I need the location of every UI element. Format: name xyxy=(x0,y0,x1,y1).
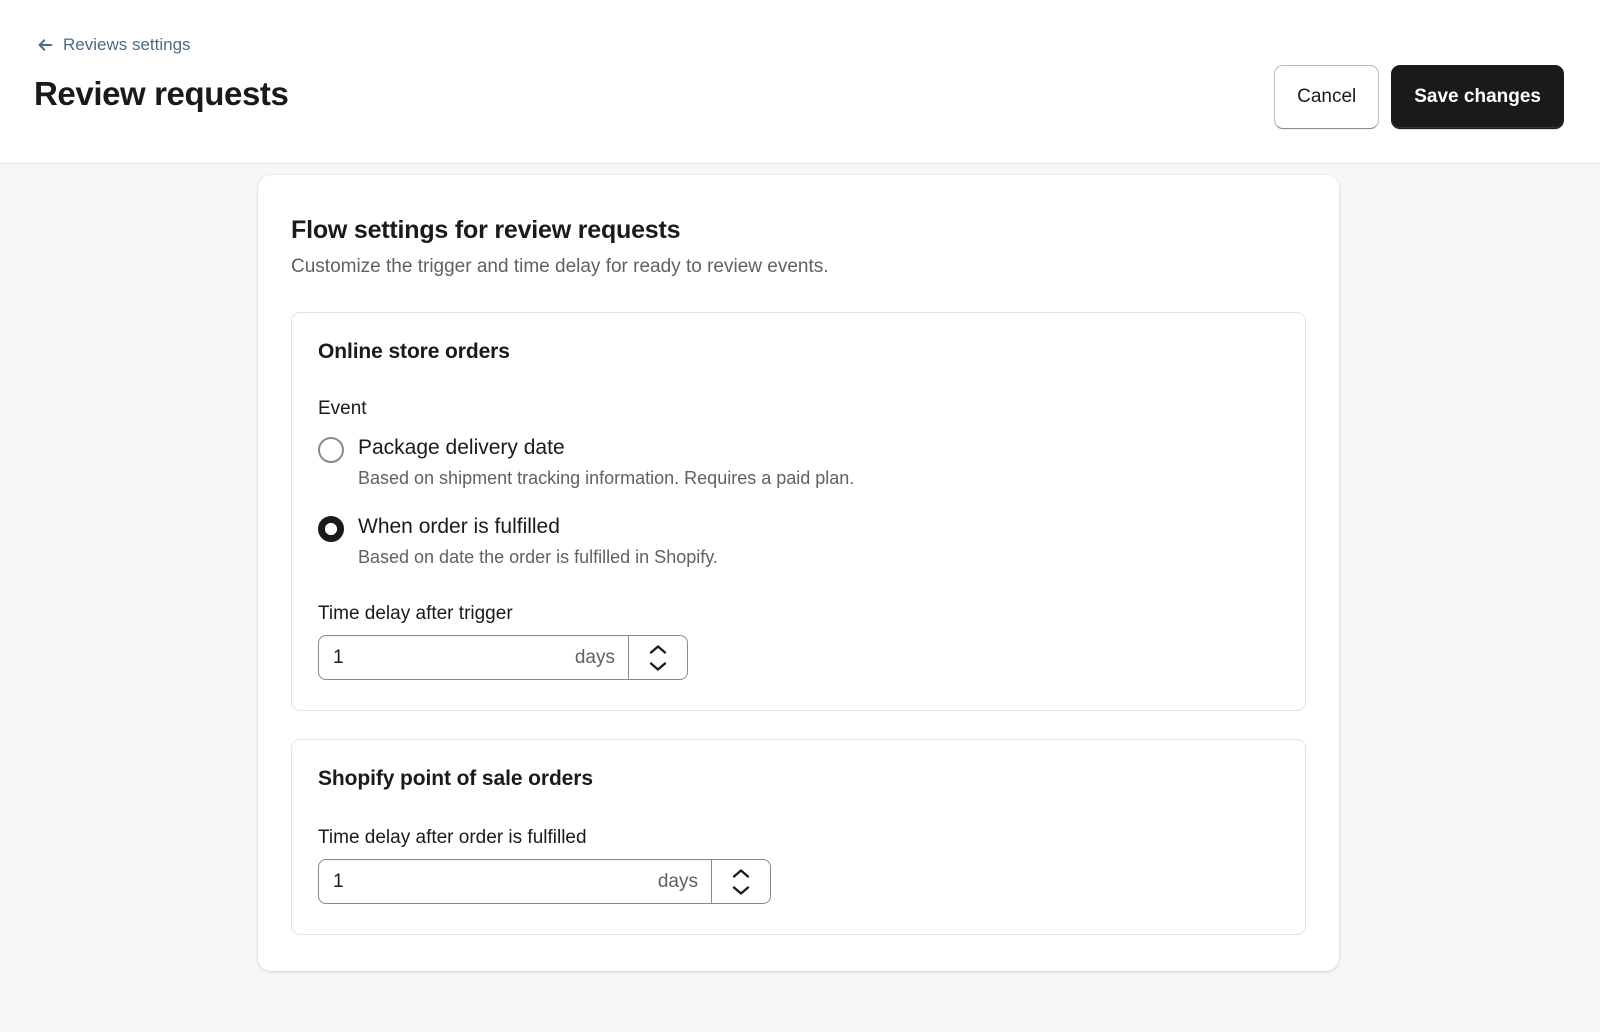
cancel-button[interactable]: Cancel xyxy=(1274,65,1379,129)
radio-option-package-delivery-date[interactable]: Package delivery date Based on shipment … xyxy=(318,434,1279,490)
arrow-left-icon xyxy=(36,36,54,54)
event-label: Event xyxy=(318,396,1279,422)
radio-option-when-order-is-fulfilled[interactable]: When order is fulfilled Based on date th… xyxy=(318,513,1279,569)
flow-settings-card: Flow settings for review requests Custom… xyxy=(258,175,1339,971)
card-title: Flow settings for review requests xyxy=(291,214,1306,246)
section-title: Online store orders xyxy=(318,338,1279,366)
time-delay-after-order-fulfilled-label: Time delay after order is fulfilled xyxy=(318,825,1279,851)
section-shopify-point-of-sale-orders: Shopify point of sale orders Time delay … xyxy=(291,739,1306,935)
radio-unchecked-icon[interactable] xyxy=(318,437,344,463)
back-to-reviews-settings-link[interactable]: Reviews settings xyxy=(36,33,191,57)
time-delay-unit-suffix: days xyxy=(650,870,698,894)
time-delay-unit-suffix: days xyxy=(567,646,615,670)
event-radio-group: Package delivery date Based on shipment … xyxy=(318,434,1279,569)
page-header: Reviews settings Review requests Cancel … xyxy=(0,0,1600,164)
radio-option-help: Based on date the order is fulfilled in … xyxy=(358,545,718,569)
time-delay-after-trigger-field: days xyxy=(318,635,688,680)
card-subtitle: Customize the trigger and time delay for… xyxy=(291,254,1306,280)
back-link-label: Reviews settings xyxy=(63,33,191,57)
radio-option-label: Package delivery date xyxy=(358,436,565,459)
time-delay-after-order-fulfilled-input-box[interactable]: days xyxy=(318,859,711,904)
time-delay-after-order-fulfilled-stepper[interactable] xyxy=(711,859,771,904)
chevron-up-icon[interactable] xyxy=(647,642,669,657)
chevron-up-icon[interactable] xyxy=(730,866,752,881)
radio-checked-icon[interactable] xyxy=(318,516,344,542)
chevron-down-icon[interactable] xyxy=(730,883,752,898)
section-title: Shopify point of sale orders xyxy=(318,765,1279,793)
page-body: Flow settings for review requests Custom… xyxy=(0,164,1600,1032)
radio-option-label: When order is fulfilled xyxy=(358,515,560,538)
header-actions: Cancel Save changes xyxy=(1274,65,1564,129)
page-title: Review requests xyxy=(34,72,288,116)
section-online-store-orders: Online store orders Event Package delive… xyxy=(291,312,1306,711)
time-delay-after-order-fulfilled-input[interactable] xyxy=(333,870,552,894)
chevron-down-icon[interactable] xyxy=(647,659,669,674)
save-changes-button[interactable]: Save changes xyxy=(1391,65,1564,129)
time-delay-after-trigger-input[interactable] xyxy=(333,646,502,670)
time-delay-after-trigger-stepper[interactable] xyxy=(628,635,688,680)
time-delay-after-trigger-label: Time delay after trigger xyxy=(318,601,1279,627)
time-delay-after-trigger-input-box[interactable]: days xyxy=(318,635,628,680)
time-delay-after-order-fulfilled-field: days xyxy=(318,859,771,904)
radio-option-help: Based on shipment tracking information. … xyxy=(358,466,854,490)
